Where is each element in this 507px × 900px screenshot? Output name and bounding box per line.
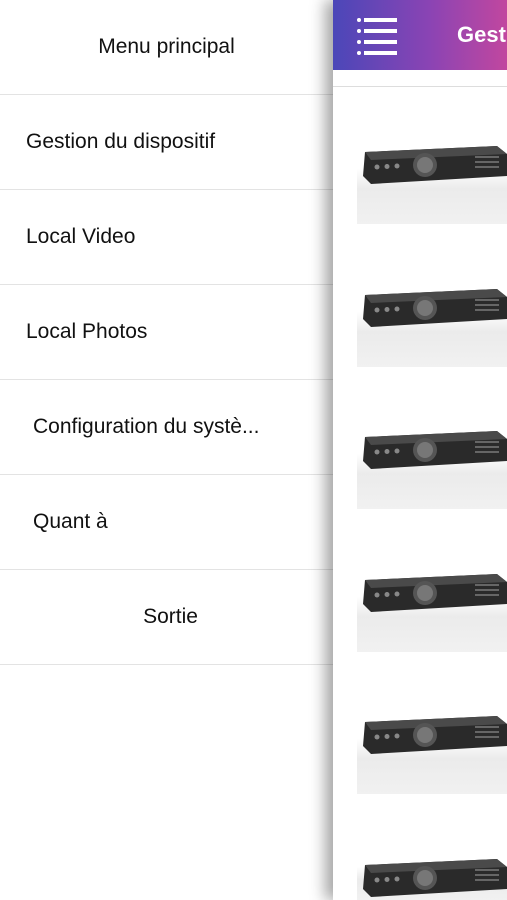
hamburger-menu-icon[interactable] — [355, 16, 401, 56]
device-item[interactable] — [357, 275, 507, 367]
main-panel: Gest — [333, 0, 507, 900]
menu-item-local-video[interactable]: Local Video — [0, 190, 333, 285]
menu-item-local-photos[interactable]: Local Photos — [0, 285, 333, 380]
menu-title: Menu principal — [0, 0, 333, 95]
device-item[interactable] — [357, 132, 507, 224]
nav-bar: Gest — [333, 0, 507, 70]
header-divider — [333, 86, 507, 87]
dvr-device-icon — [363, 431, 507, 469]
dvr-device-icon — [363, 289, 507, 327]
device-item[interactable] — [357, 845, 507, 900]
page-title: Gest — [457, 22, 506, 47]
device-item[interactable] — [357, 702, 507, 794]
side-menu: Menu principal Gestion du dispositif Loc… — [0, 0, 333, 900]
device-item[interactable] — [357, 417, 507, 509]
device-item[interactable] — [357, 560, 507, 652]
menu-item-about[interactable]: Quant à — [0, 475, 333, 570]
app-screen: Menu principal Gestion du dispositif Loc… — [0, 0, 507, 900]
menu-item-system-configuration[interactable]: Configuration du systè... — [0, 380, 333, 475]
dvr-device-icon — [363, 859, 507, 897]
dvr-device-icon — [363, 146, 507, 184]
menu-item-exit[interactable]: Sortie — [0, 570, 333, 665]
dvr-device-icon — [363, 716, 507, 754]
menu-item-device-management[interactable]: Gestion du dispositif — [0, 95, 333, 190]
dvr-device-icon — [363, 574, 507, 612]
